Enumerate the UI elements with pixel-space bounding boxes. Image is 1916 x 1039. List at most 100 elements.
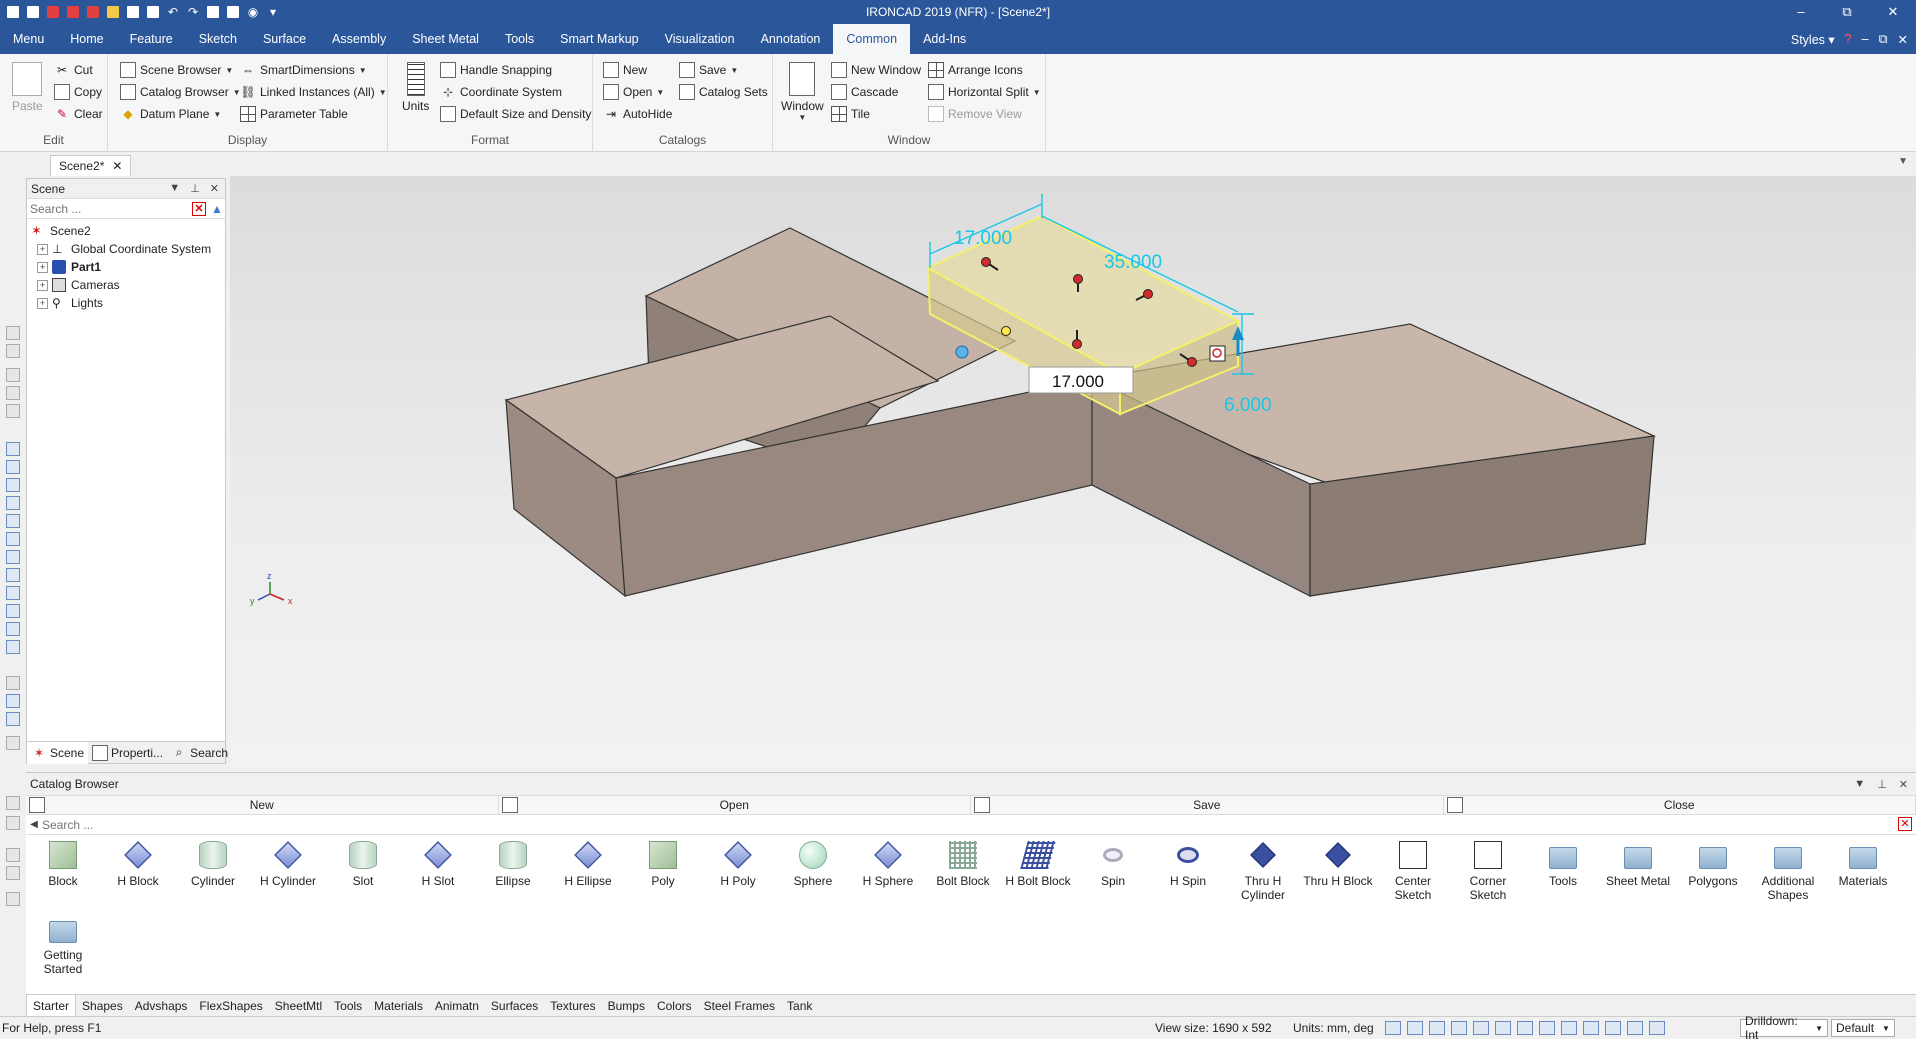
clear-search-icon[interactable]: ✕ [1898,817,1912,831]
tool-icon-6[interactable] [6,442,20,456]
tab-tools[interactable]: Tools [492,24,547,54]
tool-icon-25[interactable] [6,866,20,880]
mdi-minimize-icon[interactable]: – [1862,32,1869,46]
tab-feature[interactable]: Feature [117,24,186,54]
catalog-item-h-block[interactable]: H Block [101,841,175,888]
dimension-width-label[interactable]: 17.000 [954,228,1012,249]
coordinate-system-button[interactable]: ⊹ Coordinate System [440,82,562,102]
catalog-toolbar-close-button[interactable]: Close [1444,796,1916,814]
catalog-item-getting-started[interactable]: Getting Started [26,915,100,976]
tree-node-cameras[interactable]: + Cameras [31,276,225,294]
save-icon[interactable] [124,4,142,20]
panel-close-icon[interactable]: ✕ [1899,778,1908,791]
catalog-tab-tools[interactable]: Tools [328,995,368,1017]
expand-icon[interactable]: + [37,279,48,291]
new-window-button[interactable]: New Window [831,60,921,80]
linked-instances-button[interactable]: ⛓ Linked Instances (All) ▼ [240,82,386,102]
tree-node-scene2[interactable]: ✶ Scene2 [31,222,225,240]
restore-button[interactable]: ⧉ [1824,0,1870,24]
tool-icon-24[interactable] [6,848,20,862]
back-arrow-icon[interactable]: ◀ [26,819,42,830]
catalog-item-h-spin[interactable]: H Spin [1151,841,1225,888]
render-mode-icon[interactable] [1517,1021,1533,1035]
catalog-item-slot[interactable]: Slot [326,841,400,888]
tool-icon-17[interactable] [6,640,20,654]
catalog-item-spin[interactable]: Spin [1076,841,1150,888]
styles-dropdown[interactable]: Styles ▾ [1791,32,1835,47]
drilldown-select[interactable]: Drilldown: Int ▼ [1740,1014,1828,1039]
shading-icon[interactable] [1539,1021,1555,1035]
catalog-item-materials[interactable]: Materials [1826,841,1900,888]
panel-close-icon[interactable]: ✕ [210,182,219,195]
catalog-save-button[interactable]: Save ▼ [679,60,738,80]
horizontal-split-button[interactable]: Horizontal Split ▼ [928,82,1041,102]
catalog-item-thru-h-block[interactable]: Thru H Block [1301,841,1375,888]
dimension-height-label[interactable]: 6.000 [1224,395,1272,416]
tab-scene[interactable]: ✶ Scene [27,741,89,764]
customize-qat-icon[interactable]: ▾ [264,4,282,20]
mdi-restore-icon[interactable]: ⧉ [1879,32,1888,47]
tab-add-ins[interactable]: Add-Ins [910,24,979,54]
handle-snapping-button[interactable]: Handle Snapping [440,60,552,80]
catalog-item-center-sketch[interactable]: Center Sketch [1376,841,1450,902]
tab-list-arrow-icon[interactable]: ▼ [1898,156,1908,167]
print-icon[interactable] [144,4,162,20]
catalog-tab-tank[interactable]: Tank [781,995,818,1017]
tool-icon-5[interactable] [6,404,20,418]
dimension-length-label[interactable]: 35.000 [1104,252,1162,273]
help-icon[interactable]: ? [1845,32,1852,46]
minimize-button[interactable]: – [1778,0,1824,24]
catalog-toolbar-new-button[interactable]: New [26,796,499,814]
close-window-button[interactable]: ✕ [1870,0,1916,24]
filter-icon[interactable] [1605,1021,1621,1035]
catalog-item-ellipse[interactable]: Ellipse [476,841,550,888]
dimension-edit-value[interactable]: 17.000 [1052,372,1104,391]
catalog-toolbar-open-button[interactable]: Open [499,796,971,814]
pin-icon[interactable]: ⊥ [190,182,200,195]
catalog-tab-colors[interactable]: Colors [651,995,698,1017]
remove-view-button[interactable]: Remove View [928,104,1022,124]
zoom-window-icon[interactable] [1407,1021,1423,1035]
close-file-icon[interactable] [44,4,62,20]
tree-node-global-coordinate-system[interactable]: + ⊥ Global Coordinate System [31,240,225,258]
tool-icon-1[interactable] [6,326,20,340]
copy-button[interactable]: Copy [54,82,102,102]
catalog-item-h-poly[interactable]: H Poly [701,841,775,888]
catalog-tab-materials[interactable]: Materials [368,995,429,1017]
window-button[interactable]: Window ▼ [781,62,824,122]
tab-visualization[interactable]: Visualization [652,24,748,54]
doc-tab-scene2[interactable]: Scene2* ✕ [50,155,132,176]
new-file-icon[interactable] [24,4,42,20]
globe-icon[interactable]: ◉ [244,4,262,20]
clear-button[interactable]: ✎ Clear [54,104,103,124]
catalog-item-corner-sketch[interactable]: Corner Sketch [1451,841,1525,902]
panel-menu-icon[interactable]: ▼ [1854,778,1865,791]
catalog-tab-advshaps[interactable]: Advshaps [129,995,194,1017]
catalog-sets-button[interactable]: Catalog Sets [679,82,768,102]
display-icon[interactable] [1583,1021,1599,1035]
tool-icon-13[interactable] [6,568,20,582]
tab-surface[interactable]: Surface [250,24,319,54]
tool-icon-3[interactable] [6,368,20,382]
tab-assembly[interactable]: Assembly [319,24,399,54]
standard-views-icon[interactable] [1495,1021,1511,1035]
catalog-item-cylinder[interactable]: Cylinder [176,841,250,888]
tool-icon-4[interactable] [6,386,20,400]
tool-icon-21[interactable] [6,736,20,750]
close-tab-icon[interactable]: ✕ [112,159,122,173]
tool-icon-10[interactable] [6,514,20,528]
tab-menu[interactable]: Menu [0,24,57,54]
open-folder-icon[interactable] [104,4,122,20]
catalog-tab-steel-frames[interactable]: Steel Frames [698,995,781,1017]
tab-common[interactable]: Common [833,24,911,54]
units-button[interactable]: Units [402,62,429,113]
catalog-new-button[interactable]: New [603,60,647,80]
clear-search-icon[interactable]: ✕ [192,201,206,216]
catalog-search-input[interactable] [42,817,342,832]
expand-icon[interactable]: + [37,261,48,273]
expand-icon[interactable]: + [37,297,48,309]
catalog-toolbar-save-button[interactable]: Save [971,796,1444,814]
select-cursor-icon[interactable] [1627,1021,1643,1035]
snap-icon[interactable] [204,4,222,20]
tool-icon-9[interactable] [6,496,20,510]
